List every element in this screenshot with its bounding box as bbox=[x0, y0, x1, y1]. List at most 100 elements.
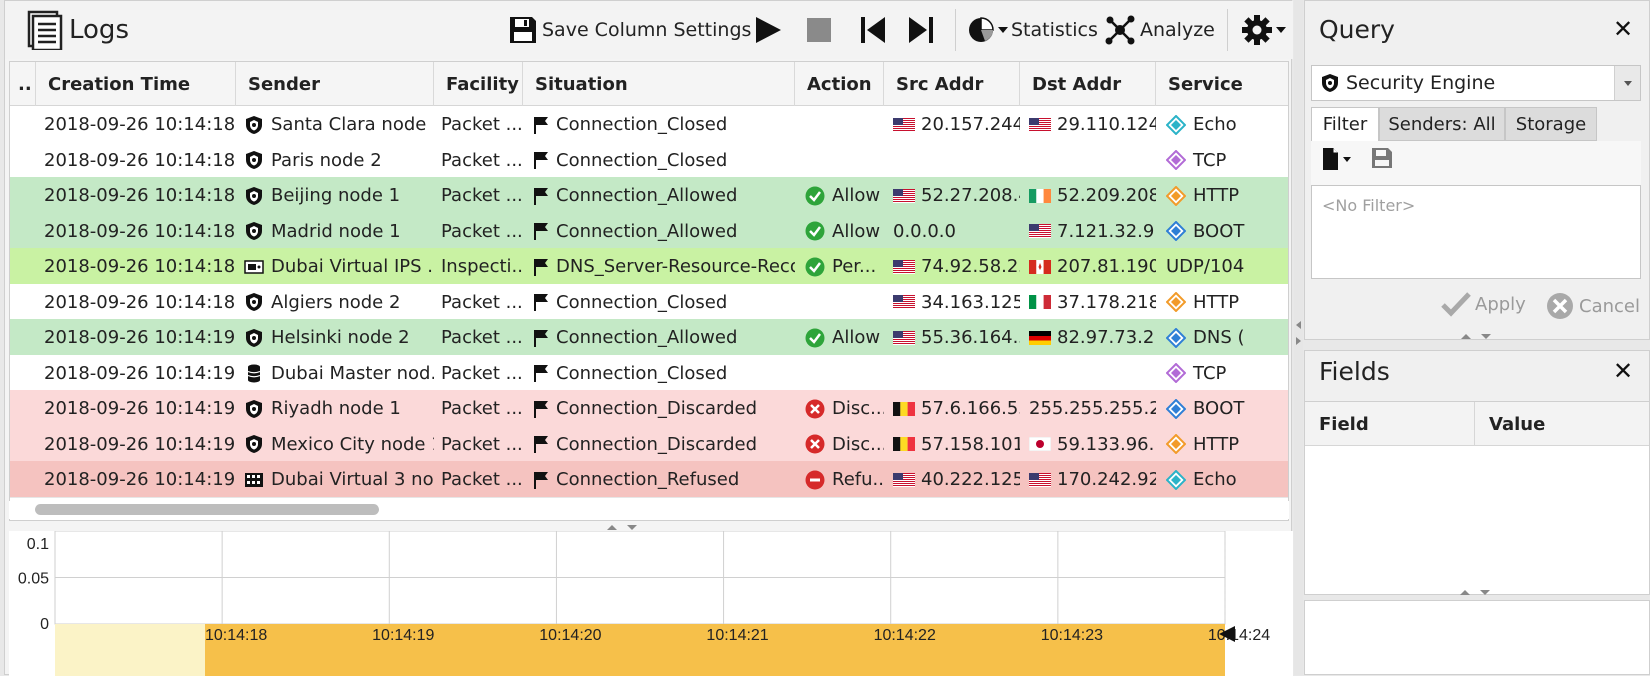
filter-editor[interactable]: <No Filter> bbox=[1311, 185, 1641, 279]
cell-action: Disc... bbox=[795, 426, 884, 463]
table-row[interactable]: 2018-09-26 10:14:18 Dubai Virtual IPS ...… bbox=[10, 248, 1288, 285]
cell-dst: 170.242.92.... bbox=[1020, 461, 1156, 498]
cell-action: Allow bbox=[795, 213, 884, 250]
cell-src-text: 55.36.164.36 bbox=[921, 327, 1020, 348]
cell-situation: Connection_Closed bbox=[523, 106, 795, 143]
cancel-button[interactable]: Cancel bbox=[1545, 291, 1640, 321]
dropdown-arrow-icon bbox=[1276, 27, 1286, 33]
cell-src-text: 74.92.58.253 bbox=[921, 256, 1020, 277]
cell-time-text: 2018-09-26 10:14:19 bbox=[44, 433, 236, 455]
cell-situation-text: Connection_Refused bbox=[556, 469, 740, 490]
panel-splitter[interactable] bbox=[1294, 0, 1303, 675]
cell-situation: Connection_Allowed bbox=[523, 213, 795, 250]
logs-title: Logs bbox=[69, 15, 129, 45]
cell-service: HTTP bbox=[1156, 284, 1288, 321]
table-row[interactable]: 2018-09-26 10:14:19 Dubai Master nod... Pa… bbox=[10, 354, 1288, 392]
save-icon bbox=[508, 15, 538, 45]
close-query-panel-button[interactable]: ✕ bbox=[1613, 15, 1633, 43]
service-diamond-icon bbox=[1166, 185, 1186, 206]
column-header-dst-addr[interactable]: Dst Addr bbox=[1020, 62, 1156, 106]
column-header-creation-time[interactable]: Creation Time bbox=[36, 62, 236, 106]
resize-handle-icon[interactable] bbox=[1457, 331, 1497, 341]
cell-situation-text: Connection_Closed bbox=[556, 149, 728, 171]
collapse-arrows-icon bbox=[1296, 321, 1301, 345]
new-document-icon bbox=[1323, 148, 1351, 170]
chart-x-tick-label: 10:14:19 bbox=[372, 627, 434, 644]
column-header-row-marker[interactable]: .. bbox=[10, 62, 36, 106]
apply-button[interactable]: Apply bbox=[1441, 291, 1526, 317]
cell-facility-text: Packet ... bbox=[441, 469, 523, 490]
cell-time: 2018-09-26 10:14:18 bbox=[36, 142, 236, 179]
cell-src: 20.157.244... bbox=[884, 106, 1020, 143]
cell-facility: Packet ... bbox=[434, 355, 523, 392]
cell-action: Refu... bbox=[795, 461, 884, 498]
logs-document-icon bbox=[25, 10, 63, 50]
save-column-settings-button[interactable]: Save Column Settings bbox=[508, 1, 751, 59]
statistics-button[interactable]: Statistics bbox=[967, 1, 1098, 59]
flag-us-icon bbox=[893, 295, 915, 309]
cell-sender: Helsinki node 2 bbox=[236, 319, 434, 356]
cell-service-text: BOOT bbox=[1193, 220, 1245, 242]
cell-sender: Madrid node 1 bbox=[236, 213, 434, 250]
table-row[interactable]: 2018-09-26 10:14:18 Santa Clara node 1 Pac… bbox=[10, 106, 1288, 143]
table-row[interactable]: 2018-09-26 10:14:19 Riyadh node 1 Packet .… bbox=[10, 390, 1288, 427]
last-button[interactable] bbox=[907, 1, 935, 59]
table-header: .. Creation Time Sender Facility Situati… bbox=[10, 62, 1288, 106]
stop-button[interactable] bbox=[805, 1, 833, 59]
cell-time-text: 2018-09-26 10:14:18 bbox=[44, 256, 236, 277]
column-header-sender[interactable]: Sender bbox=[236, 62, 434, 106]
settings-menu-button[interactable] bbox=[1241, 1, 1287, 59]
resize-handle-icon[interactable] bbox=[1456, 587, 1496, 597]
engine-select[interactable]: Security Engine bbox=[1311, 65, 1641, 101]
play-button[interactable] bbox=[753, 1, 783, 59]
flag-it-icon bbox=[1029, 295, 1051, 309]
log-table: .. Creation Time Sender Facility Situati… bbox=[9, 61, 1289, 521]
cell-situation: Connection_Discarded bbox=[523, 426, 795, 463]
tab-filter[interactable]: Filter bbox=[1311, 107, 1379, 141]
table-row[interactable]: 2018-09-26 10:14:18 Beijing node 1 Packet … bbox=[10, 177, 1288, 214]
cell-action: Allow bbox=[795, 177, 884, 214]
cell-time-text: 2018-09-26 10:14:18 bbox=[44, 114, 236, 135]
cell-service-text: TCP bbox=[1193, 362, 1227, 384]
cell-service: BOOT bbox=[1156, 390, 1288, 427]
cell-time-text: 2018-09-26 10:14:18 bbox=[44, 220, 236, 242]
column-header-value[interactable]: Value bbox=[1475, 402, 1649, 446]
column-header-facility[interactable]: Facility bbox=[434, 62, 523, 106]
table-row[interactable]: 2018-09-26 10:14:18 Algiers node 2 Packet … bbox=[10, 283, 1288, 321]
flag-us-icon bbox=[893, 117, 915, 132]
table-row[interactable]: 2018-09-26 10:14:19 Dubai Virtual 3 no...… bbox=[10, 461, 1288, 498]
table-row[interactable]: 2018-09-26 10:14:18 Paris node 2 Packet ..… bbox=[10, 141, 1288, 179]
tab-storage[interactable]: Storage bbox=[1505, 107, 1597, 141]
column-header-action[interactable]: Action bbox=[795, 62, 884, 106]
cell-dst bbox=[1020, 142, 1156, 179]
check-circle-icon bbox=[805, 186, 825, 205]
cell-dst-text: 255.255.255.2... bbox=[1029, 398, 1156, 419]
table-row[interactable]: 2018-09-26 10:14:18 Madrid node 1 Packet .… bbox=[10, 212, 1288, 250]
table-row[interactable]: 2018-09-26 10:14:19 Helsinki node 2 Packet… bbox=[10, 319, 1288, 356]
first-button[interactable] bbox=[859, 1, 887, 59]
new-filter-button[interactable] bbox=[1321, 147, 1353, 171]
column-header-src-addr[interactable]: Src Addr bbox=[884, 62, 1020, 106]
hits-chart-svg: Hits / second0.10.05010:14:1810:14:1910:… bbox=[18, 531, 1270, 676]
column-header-situation[interactable]: Situation bbox=[523, 62, 795, 106]
cell-service: TCP bbox=[1156, 355, 1288, 392]
chart-x-tick-label: 10:14:23 bbox=[1041, 627, 1103, 644]
analyze-button[interactable]: Analyze bbox=[1105, 1, 1215, 59]
close-fields-panel-button[interactable]: ✕ bbox=[1613, 357, 1633, 385]
tab-senders[interactable]: Senders: All bbox=[1379, 107, 1505, 141]
cell-time: 2018-09-26 10:14:18 bbox=[36, 106, 236, 143]
cell-service-text: HTTP bbox=[1193, 433, 1240, 455]
column-header-field[interactable]: Field bbox=[1305, 402, 1475, 446]
flag-us-icon bbox=[1029, 117, 1051, 132]
stop-icon bbox=[807, 18, 831, 42]
horizontal-scrollbar-thumb[interactable] bbox=[35, 504, 379, 515]
cell-situation-text: Connection_Allowed bbox=[556, 327, 738, 348]
logs-panel: Logs Save Column Settings Statistics Ana… bbox=[4, 0, 1293, 676]
column-header-service[interactable]: Service bbox=[1156, 62, 1288, 106]
cell-src: 57.158.101... bbox=[884, 426, 1020, 463]
save-filter-button[interactable] bbox=[1371, 147, 1393, 169]
table-row[interactable]: 2018-09-26 10:14:19 Mexico City node 1 Pac… bbox=[10, 425, 1288, 463]
cell-sender: Paris node 2 bbox=[236, 142, 434, 179]
cell-time: 2018-09-26 10:14:18 bbox=[36, 284, 236, 321]
cell-service: TCP bbox=[1156, 142, 1288, 179]
